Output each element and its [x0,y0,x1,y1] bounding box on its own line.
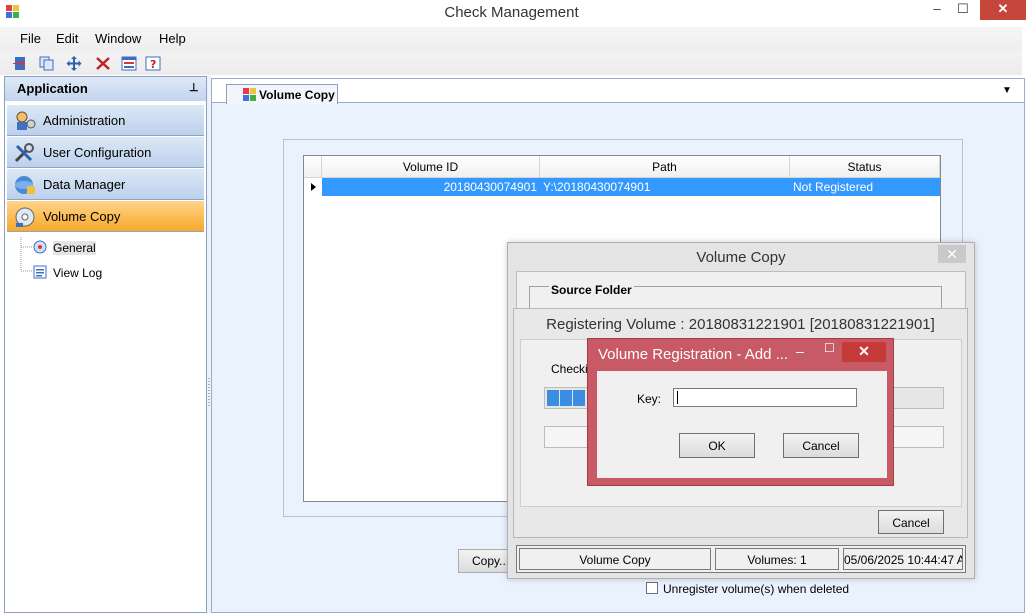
key-label: Key: [637,392,662,406]
svg-text:?: ? [150,58,156,71]
pin-icon[interactable]: ⊥ [189,81,199,94]
toolbar: ? [0,51,1022,75]
nav-volume-copy[interactable]: Volume Copy [7,201,204,232]
maximize-icon[interactable]: ☐ [824,341,835,355]
tab-strip: Volume Copy ▼ [212,79,1024,104]
delete-icon[interactable] [94,55,112,72]
maximize-button[interactable]: ☐ [948,0,978,20]
log-icon [33,265,47,279]
row-indicator-icon [304,178,322,196]
nav-volume-copy-label: Volume Copy [43,209,121,224]
menu-window[interactable]: Window [95,31,141,46]
grid-corner [304,156,322,178]
copy-button[interactable]: Copy... [458,549,510,573]
key-input[interactable] [673,388,857,407]
title-bar: Check Management ‒ ☐ ✕ [0,0,1029,26]
tree-item-general-label: General [53,241,96,255]
tree-item-view-log[interactable]: View Log [19,265,109,281]
tree-item-general[interactable]: General [19,240,99,256]
window-title: Check Management [444,4,579,21]
nav-header-title: Application [17,81,88,96]
volume-registration-title: Volume Registration - Add ... [598,346,789,363]
administration-icon [13,109,37,133]
menu-file[interactable]: File [20,31,41,46]
registering-cancel-button[interactable]: Cancel [878,510,944,534]
login-icon[interactable] [12,55,30,72]
status-bar: Volume Copy Volumes: 1 05/06/2025 10:44:… [516,545,966,573]
cell-path: Y:\20180430074901 [543,180,651,194]
copy-button-label: Copy... [472,554,510,568]
nav-administration[interactable]: Administration [7,105,204,136]
cell-volume-id: 20180430074901 [443,180,537,194]
properties-icon[interactable] [120,55,138,72]
tab-volume-copy-label: Volume Copy [259,88,335,102]
cancel-button[interactable]: Cancel [783,433,859,458]
minimize-icon[interactable]: ‒ [796,343,804,359]
data-manager-icon [13,173,37,197]
table-row[interactable]: 20180430074901 Y:\20180430074901 Not Reg… [322,178,940,196]
nav-header: Application ⊥ [5,77,206,101]
status-datetime: 05/06/2025 10:44:47 AM [843,548,963,570]
unregister-label: Unregister volume(s) when deleted [663,582,850,596]
registering-volume-title: Registering Volume : 20180831221901 [201… [546,316,935,333]
progress-block [560,390,572,406]
column-header-status[interactable]: Status [790,156,940,178]
status-name: Volume Copy [519,548,711,570]
cell-status: Not Registered [793,180,874,194]
general-icon [33,240,47,254]
tree-item-view-log-label: View Log [53,266,103,280]
status-volumes: Volumes: 1 [715,548,839,570]
column-header-path[interactable]: Path [540,156,790,178]
navigation-panel: Application ⊥ Administration User Config… [4,76,207,613]
volume-copy-dialog-title: Volume Copy [696,249,786,266]
nav-user-configuration[interactable]: User Configuration [7,137,204,168]
source-folder-label: Source Folder [549,283,634,297]
close-button[interactable]: ✕ [980,0,1026,20]
progress-block [573,390,585,406]
nav-data-manager-label: Data Manager [43,177,126,192]
move-icon[interactable] [65,55,83,72]
menu-bar: File Edit Window Help [0,27,1022,51]
help-icon[interactable]: ? [144,55,162,72]
volume-copy-icon [13,205,37,229]
nav-data-manager[interactable]: Data Manager [7,169,204,200]
tools-icon [13,141,37,165]
unregister-checkbox[interactable] [646,582,658,594]
ok-button[interactable]: OK [679,433,755,458]
menu-help[interactable]: Help [159,31,186,46]
volume-registration-close-button[interactable]: ✕ [842,342,886,362]
volume-copy-tab-icon [243,88,257,105]
volume-registration-body: Key: OK Cancel [597,371,887,478]
volume-copy-close-button[interactable]: ✕ [938,245,966,263]
nav-administration-label: Administration [43,113,126,128]
tab-dropdown-icon[interactable]: ▼ [1002,85,1012,96]
tab-volume-copy[interactable]: Volume Copy [226,84,338,104]
copy-icon[interactable] [38,55,56,72]
column-header-volume-id[interactable]: Volume ID [322,156,540,178]
progress-block [547,390,559,406]
menu-edit[interactable]: Edit [56,31,78,46]
text-caret [677,391,678,404]
volume-registration-dialog: Volume Registration - Add ... ‒ ☐ ✕ Key:… [587,338,894,486]
nav-user-configuration-label: User Configuration [43,145,152,160]
